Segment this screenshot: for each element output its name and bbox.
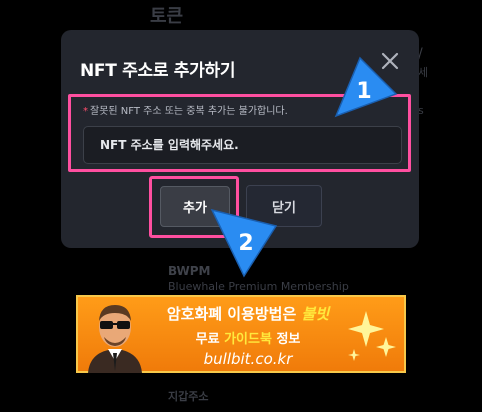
sparkle-icon [348, 311, 396, 361]
background-side-text: 세 [418, 66, 429, 79]
banner-domain: bullbit.co.kr [203, 350, 293, 368]
required-star: * [83, 106, 88, 117]
page-title: 토큰 [150, 6, 184, 27]
membership-name: BWPM [168, 264, 211, 278]
step-1-number: 1 [356, 79, 371, 104]
banner-subline: 무료 가이드북 정보 [148, 328, 348, 347]
banner-subline-prefix: 무료 [195, 332, 220, 347]
membership-subtitle: Bluewhale Premium Membership [168, 280, 349, 293]
nft-address-input[interactable] [83, 126, 402, 164]
step-2-marker-icon: 2 [210, 208, 278, 278]
warning-message: * 잘못된 NFT 주소 또는 중복 추가는 불가합니다. [83, 102, 288, 117]
banner-headline-text: 암호화폐 이용방법은 [166, 305, 297, 323]
banner-guidebook: 가이드북 [224, 332, 272, 347]
banner-headline: 암호화폐 이용방법은 불빗 [148, 303, 348, 324]
person-with-sunglasses-icon [88, 305, 142, 373]
warning-text: 잘못된 NFT 주소 또는 중복 추가는 불가합니다. [90, 106, 288, 117]
step-2-number: 2 [238, 231, 253, 256]
wallet-address-label: 지갑주소 [168, 390, 209, 403]
modal-title: NFT 주소로 추가하기 [80, 61, 236, 81]
bullbit-banner-ad[interactable]: 암호화폐 이용방법은 불빗 무료 가이드북 정보 bullbit.co.kr [76, 295, 406, 373]
banner-subline-suffix: 정보 [276, 332, 301, 347]
banner-brand: 불빗 [301, 305, 330, 323]
step-1-marker-icon: 1 [334, 56, 398, 118]
